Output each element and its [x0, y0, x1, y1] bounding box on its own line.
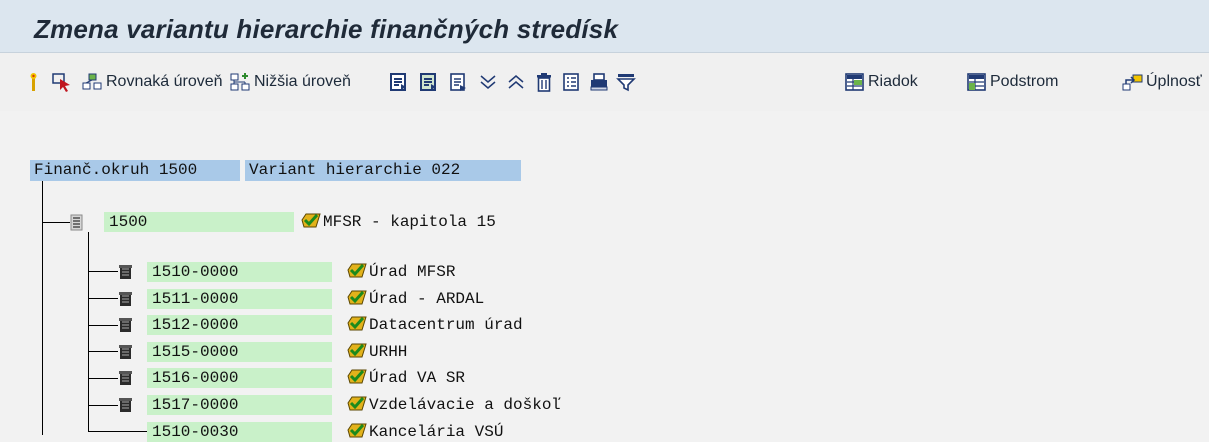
cost-center-code: 1515-0000: [152, 343, 239, 361]
cost-center-node-icon[interactable]: [118, 263, 134, 281]
select-button[interactable]: [51, 71, 73, 93]
lower-level-icon: [230, 73, 250, 91]
check-icon: [347, 343, 367, 358]
same-level-label: Rovnaká úroveň: [106, 73, 223, 90]
filter-icon: [616, 74, 636, 92]
page-title: Zmena variantu hierarchie finančných str…: [34, 14, 619, 44]
check-icon: [347, 316, 367, 331]
cost-center-code-field[interactable]: 1517-0000: [147, 395, 332, 415]
application-toolbar: Rovnaká úroveň Nižšia úroveň Riadok Pods…: [0, 53, 1209, 111]
cost-center-description: URHH: [369, 343, 408, 361]
check-icon: [347, 396, 367, 411]
tree-connector: [88, 351, 118, 352]
root-code: 1500: [109, 213, 148, 231]
cost-center-node-icon[interactable]: [118, 290, 134, 308]
tree-connector-root: [42, 222, 70, 223]
check-icon: [301, 213, 321, 228]
cost-center-node-icon[interactable]: [118, 396, 134, 414]
trash-icon: [537, 73, 551, 92]
hierarchy-variant-header: Variant hierarchie 022: [245, 160, 521, 181]
cost-center-description: Kancelária VSÚ: [369, 423, 504, 441]
check-icon: [347, 423, 367, 438]
check-icon: [347, 290, 367, 305]
document-expand-icon: [390, 73, 406, 91]
lower-level-label: Nižšia úroveň: [254, 73, 351, 90]
filter-button[interactable]: [616, 71, 636, 93]
cost-center-description: Datacentrum úrad: [369, 316, 523, 334]
delete-button[interactable]: [535, 71, 553, 93]
row-label: Riadok: [868, 73, 918, 90]
create-icon: [30, 73, 37, 91]
same-level-button[interactable]: Rovnaká úroveň: [82, 71, 223, 93]
cost-center-code-field[interactable]: 1516-0000: [147, 368, 332, 388]
cost-center-code: 1510-0030: [152, 423, 239, 441]
create-button[interactable]: [27, 71, 41, 93]
show-details-button[interactable]: [449, 71, 469, 93]
tree-connector: [88, 298, 118, 299]
cost-center-node-icon[interactable]: [118, 369, 134, 387]
cost-center-code: 1516-0000: [152, 369, 239, 387]
tree-connector: [88, 325, 118, 326]
expand-subtree-button[interactable]: [389, 71, 409, 93]
financial-area-header: Finanč.okruh 1500: [30, 160, 240, 181]
cost-center-description: Úrad VA SR: [369, 369, 466, 387]
subtree-label: Podstrom: [990, 73, 1059, 90]
tree-line-level1: [88, 232, 89, 431]
cost-center-description: Úrad MFSR: [369, 263, 456, 281]
tree-connector: [88, 271, 118, 272]
completeness-label: Úplnosť: [1146, 73, 1202, 90]
check-icon: [347, 263, 367, 278]
cost-center-node-icon[interactable]: [118, 343, 134, 361]
tree-connector: [88, 378, 118, 379]
list-button[interactable]: [562, 71, 580, 93]
cost-center-code: 1512-0000: [152, 316, 239, 334]
row-button[interactable]: Riadok: [844, 71, 918, 93]
cost-center-code-field[interactable]: 1510-0000: [147, 262, 332, 282]
list-icon: [563, 73, 579, 91]
collapse-all-button[interactable]: [506, 71, 526, 93]
lower-level-button[interactable]: Nižšia úroveň: [230, 71, 351, 93]
hierarchy-variant-label: Variant hierarchie 022: [249, 161, 461, 179]
hierarchy-node-icon[interactable]: [70, 214, 84, 231]
cost-center-code-field[interactable]: 1511-0000: [147, 289, 332, 309]
subtree-button[interactable]: Podstrom: [966, 71, 1058, 93]
cost-center-code-field[interactable]: 1510-0030: [147, 422, 332, 442]
tree-line-root: [42, 181, 43, 435]
subtree-table-icon: [967, 73, 986, 91]
cost-center-code: 1517-0000: [152, 396, 239, 414]
cost-center-description: Úrad - ARDAL: [369, 290, 485, 308]
document-details-icon: [450, 73, 466, 91]
financial-area-label: Finanč.okruh 1500: [34, 161, 198, 179]
chevron-up-double-icon: [508, 75, 524, 89]
cost-center-code-field[interactable]: 1515-0000: [147, 342, 332, 362]
check-icon: [347, 369, 367, 384]
row-table-icon: [845, 73, 864, 91]
cost-center-node-icon[interactable]: [118, 316, 134, 334]
completeness-hierarchy-icon: [1122, 74, 1143, 91]
completeness-button[interactable]: Úplnosť: [1122, 71, 1202, 93]
cost-center-code: 1510-0000: [152, 263, 239, 281]
chevron-down-double-icon: [480, 75, 496, 89]
print-button[interactable]: [589, 71, 609, 93]
printer-icon: [590, 73, 608, 91]
root-code-field[interactable]: 1500: [104, 212, 294, 232]
cost-center-code: 1511-0000: [152, 290, 239, 308]
tree-connector: [88, 405, 118, 406]
expand-all-button[interactable]: [478, 71, 498, 93]
title-bar: Zmena variantu hierarchie finančných str…: [0, 0, 1209, 53]
collapse-subtree-button[interactable]: [419, 71, 439, 93]
same-level-icon: [82, 73, 102, 90]
root-description: MFSR - kapitola 15: [323, 213, 496, 231]
select-icon: [52, 73, 70, 92]
tree-connector: [88, 431, 150, 432]
document-collapse-icon: [420, 73, 436, 91]
cost-center-code-field[interactable]: 1512-0000: [147, 315, 332, 335]
cost-center-description: Vzdelávacie a doškoľ: [369, 396, 562, 414]
